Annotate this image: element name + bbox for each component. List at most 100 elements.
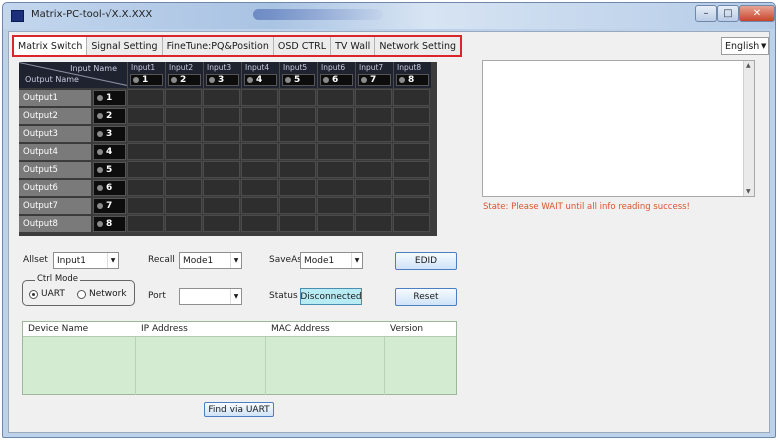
matrix-cell[interactable]	[241, 125, 278, 142]
matrix-cell[interactable]	[241, 107, 278, 124]
input-column-header[interactable]: Input8 8	[393, 62, 431, 88]
matrix-cell[interactable]	[393, 107, 430, 124]
matrix-cell[interactable]	[165, 143, 202, 160]
input-number-button[interactable]: 5	[282, 74, 315, 86]
tab-finetune[interactable]: FineTune:PQ&Position	[162, 37, 274, 55]
matrix-cell[interactable]	[127, 179, 164, 196]
matrix-cell[interactable]	[203, 125, 240, 142]
matrix-cell[interactable]	[165, 89, 202, 106]
output-number-button[interactable]: 7	[93, 198, 126, 214]
matrix-cell[interactable]	[165, 179, 202, 196]
minimize-button[interactable]: –	[695, 5, 717, 22]
input-number-button[interactable]: 6	[320, 74, 353, 86]
matrix-cell[interactable]	[393, 143, 430, 160]
device-table[interactable]: Device Name IP Address MAC Address Versi…	[22, 321, 457, 395]
port-select[interactable]: ▼	[179, 288, 242, 305]
matrix-cell[interactable]	[317, 161, 354, 178]
matrix-cell[interactable]	[165, 215, 202, 232]
title-bar[interactable]: Matrix-PC-tool-√X.X.XXX – □ ✕	[3, 3, 775, 29]
matrix-cell[interactable]	[393, 89, 430, 106]
matrix-cell[interactable]	[393, 179, 430, 196]
all-set-select[interactable]: Input1 ▼	[53, 252, 119, 269]
matrix-cell[interactable]	[393, 161, 430, 178]
language-select[interactable]: English ▼	[721, 37, 769, 55]
output-number-button[interactable]: 3	[93, 126, 126, 142]
matrix-cell[interactable]	[165, 161, 202, 178]
matrix-cell[interactable]	[279, 179, 316, 196]
input-column-header[interactable]: Input6 6	[317, 62, 355, 88]
matrix-cell[interactable]	[355, 125, 392, 142]
matrix-cell[interactable]	[393, 125, 430, 142]
matrix-cell[interactable]	[317, 89, 354, 106]
matrix-cell[interactable]	[127, 215, 164, 232]
edid-button[interactable]: EDID	[395, 252, 457, 270]
output-number-button[interactable]: 5	[93, 162, 126, 178]
input-column-header[interactable]: Input5 5	[279, 62, 317, 88]
recall-select[interactable]: Mode1 ▼	[179, 252, 242, 269]
input-column-header[interactable]: Input4 4	[241, 62, 279, 88]
matrix-cell[interactable]	[127, 107, 164, 124]
input-column-header[interactable]: Input3 3	[203, 62, 241, 88]
tab-tv-wall[interactable]: TV Wall	[331, 37, 376, 55]
output-number-button[interactable]: 4	[93, 144, 126, 160]
matrix-cell[interactable]	[317, 197, 354, 214]
matrix-cell[interactable]	[355, 197, 392, 214]
output-number-button[interactable]: 6	[93, 180, 126, 196]
matrix-cell[interactable]	[203, 179, 240, 196]
matrix-cell[interactable]	[355, 143, 392, 160]
output-number-button[interactable]: 2	[93, 108, 126, 124]
matrix-cell[interactable]	[317, 107, 354, 124]
matrix-cell[interactable]	[279, 161, 316, 178]
matrix-cell[interactable]	[203, 107, 240, 124]
reset-button[interactable]: Reset	[395, 288, 457, 306]
matrix-cell[interactable]	[355, 107, 392, 124]
info-log[interactable]: ▲ ▼	[482, 60, 755, 197]
matrix-cell[interactable]	[203, 143, 240, 160]
matrix-cell[interactable]	[241, 89, 278, 106]
matrix-cell[interactable]	[279, 143, 316, 160]
matrix-cell[interactable]	[127, 197, 164, 214]
matrix-cell[interactable]	[317, 143, 354, 160]
matrix-cell[interactable]	[279, 89, 316, 106]
column-version[interactable]: Version	[390, 324, 423, 334]
tab-matrix-switch[interactable]: Matrix Switch	[14, 37, 88, 55]
close-button[interactable]: ✕	[739, 5, 775, 22]
input-number-button[interactable]: 3	[206, 74, 239, 86]
info-scrollbar[interactable]: ▲ ▼	[743, 61, 754, 196]
save-as-select[interactable]: Mode1 ▼	[300, 252, 363, 269]
scroll-up-icon[interactable]: ▲	[746, 62, 751, 69]
maximize-button[interactable]: □	[717, 5, 739, 22]
matrix-cell[interactable]	[279, 125, 316, 142]
matrix-cell[interactable]	[127, 125, 164, 142]
matrix-cell[interactable]	[317, 125, 354, 142]
matrix-cell[interactable]	[241, 143, 278, 160]
matrix-cell[interactable]	[127, 89, 164, 106]
input-number-button[interactable]: 2	[168, 74, 201, 86]
matrix-cell[interactable]	[203, 215, 240, 232]
matrix-cell[interactable]	[279, 197, 316, 214]
output-number-button[interactable]: 8	[93, 216, 126, 232]
tab-signal-setting[interactable]: Signal Setting	[87, 37, 163, 55]
matrix-cell[interactable]	[241, 197, 278, 214]
scroll-down-icon[interactable]: ▼	[746, 188, 751, 195]
matrix-cell[interactable]	[279, 215, 316, 232]
tab-osd-ctrl[interactable]: OSD CTRL	[273, 37, 332, 55]
matrix-cell[interactable]	[393, 197, 430, 214]
matrix-cell[interactable]	[317, 215, 354, 232]
input-number-button[interactable]: 7	[358, 74, 391, 86]
column-device-name[interactable]: Device Name	[28, 324, 88, 334]
matrix-cell[interactable]	[165, 197, 202, 214]
matrix-cell[interactable]	[355, 215, 392, 232]
network-radio[interactable]: Network	[77, 289, 127, 299]
uart-radio[interactable]: UART	[29, 289, 65, 299]
matrix-cell[interactable]	[203, 161, 240, 178]
matrix-cell[interactable]	[355, 161, 392, 178]
input-column-header[interactable]: Input1 1	[127, 62, 165, 88]
tab-network-setting[interactable]: Network Setting	[375, 37, 461, 55]
input-number-button[interactable]: 4	[244, 74, 277, 86]
matrix-cell[interactable]	[317, 179, 354, 196]
matrix-cell[interactable]	[203, 197, 240, 214]
matrix-cell[interactable]	[241, 215, 278, 232]
matrix-cell[interactable]	[165, 125, 202, 142]
input-column-header[interactable]: Input7 7	[355, 62, 393, 88]
